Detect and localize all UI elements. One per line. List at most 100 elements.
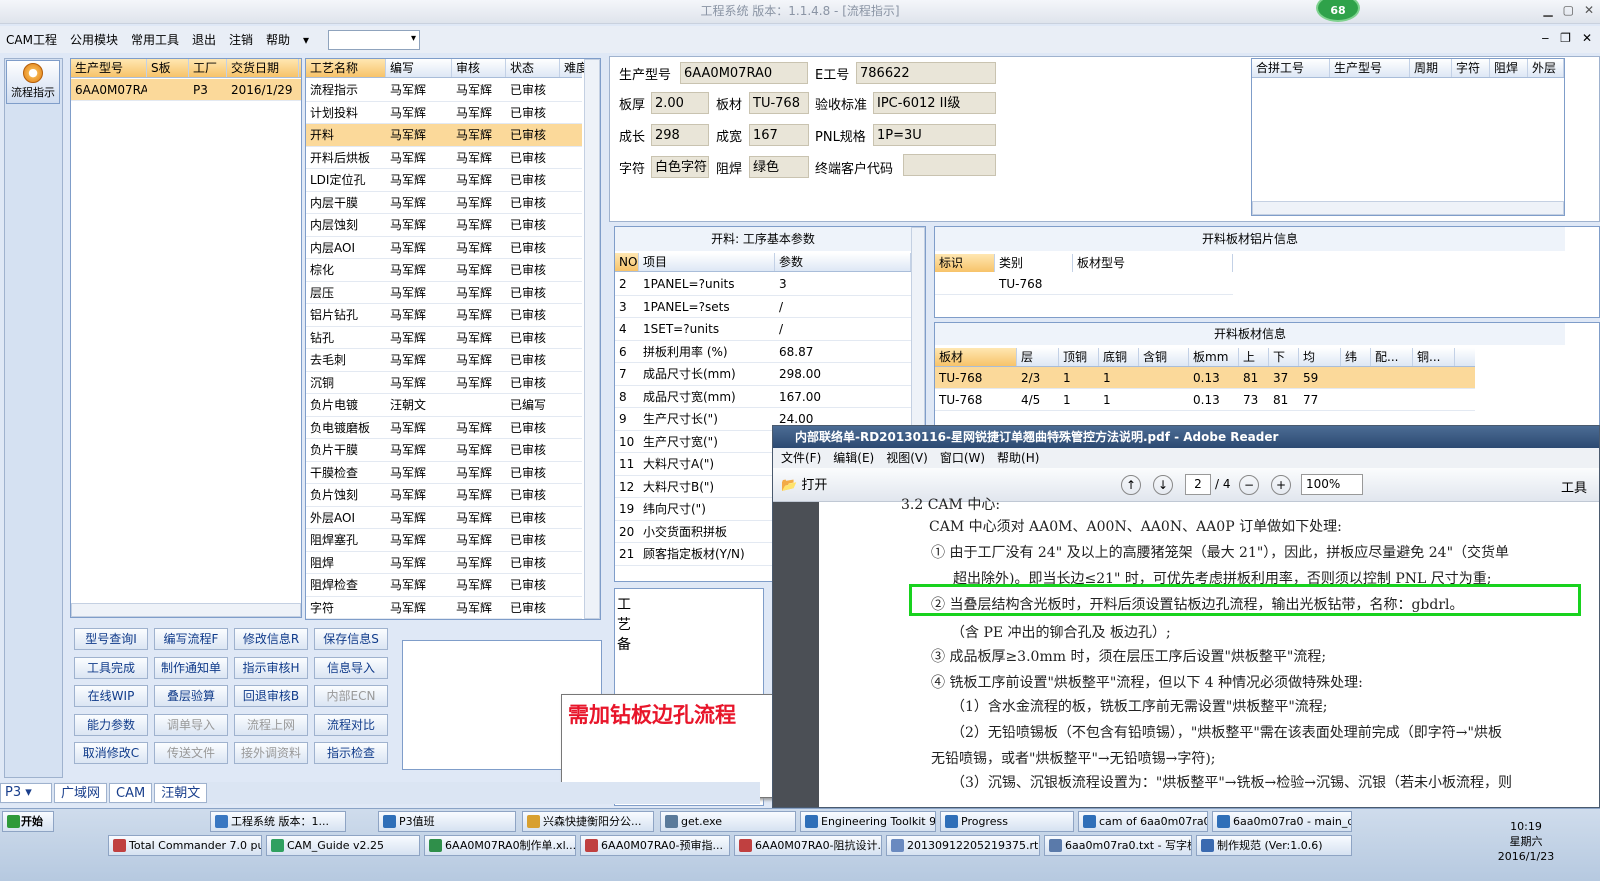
column-header[interactable]: 下 xyxy=(1269,348,1299,366)
table-row[interactable]: 去毛刺 马军辉 马军辉 已审核 xyxy=(306,349,582,372)
process-vscroll[interactable] xyxy=(584,59,600,619)
mdi-restore-icon[interactable]: ❐ xyxy=(1560,31,1571,45)
menu-item[interactable]: CAM工程 xyxy=(6,31,57,48)
taskbar-button[interactable]: cam of 6aa0m07ra0 xyxy=(1078,811,1208,832)
table-row[interactable]: 8 成品尺寸宽(mm) 167.00 xyxy=(615,386,911,408)
maximize-icon[interactable]: ▢ xyxy=(1563,3,1574,17)
field-value[interactable]: 绿色 xyxy=(749,156,809,178)
zoom-out-icon[interactable]: − xyxy=(1239,475,1259,495)
bottom-tab[interactable]: 广域网 xyxy=(54,783,108,803)
menu-item[interactable]: 公用模块 xyxy=(70,31,118,48)
tools-button[interactable]: 工具 xyxy=(1561,477,1587,496)
table-row[interactable]: 干膜检查 马军辉 马军辉 已审核 xyxy=(306,462,582,484)
column-header[interactable]: 周期 xyxy=(1410,59,1452,77)
table-row[interactable]: 层压 马军辉 马军辉 已审核 xyxy=(306,282,582,304)
column-header[interactable]: 字符 xyxy=(1452,59,1490,77)
action-button[interactable]: 取消修改C xyxy=(74,742,148,764)
action-button[interactable]: 指示检查 xyxy=(314,742,388,764)
table-row[interactable]: 阻焊检查 马军辉 马军辉 已审核 xyxy=(306,574,582,597)
action-button[interactable]: 型号查询I xyxy=(74,628,148,650)
minimize-icon[interactable]: ▁ xyxy=(1543,3,1552,17)
field-value[interactable]: 2.00 xyxy=(651,92,709,114)
column-header[interactable]: 项目 xyxy=(639,253,775,271)
table-row[interactable]: 外层AOI 马军辉 马军辉 已审核 xyxy=(306,507,582,529)
table-row[interactable]: 7 成品尺寸长(mm) 298.00 xyxy=(615,363,911,386)
column-header[interactable]: 工厂 xyxy=(189,59,227,77)
table-row[interactable]: 棕化 马军辉 马军辉 已审核 xyxy=(306,259,582,282)
table-row[interactable]: 字符 马军辉 马军辉 已审核 xyxy=(306,597,582,619)
column-header[interactable]: 层 xyxy=(1017,348,1059,366)
mdi-minimize-icon[interactable]: ‒ xyxy=(1542,31,1550,45)
action-button[interactable]: 回退审核B xyxy=(234,685,308,707)
table-row[interactable]: 内层AOI 马军辉 马军辉 已审核 xyxy=(306,237,582,259)
column-header[interactable]: 生产型号 xyxy=(71,59,147,77)
field-value[interactable]: 6AA0M07RA0 xyxy=(680,62,808,84)
table-row[interactable]: 负片蚀刻 马军辉 马军辉 已审核 xyxy=(306,484,582,507)
taskbar-button[interactable]: Engineering Toolkit 9... xyxy=(800,811,936,832)
table-row[interactable]: 4 1SET=?units / xyxy=(615,318,911,341)
merge-hscroll[interactable] xyxy=(1252,201,1564,215)
field-value[interactable]: 1P=3U xyxy=(873,124,996,146)
field-value[interactable]: IPC-6012 II级 xyxy=(873,92,996,114)
action-button[interactable]: 流程对比 xyxy=(314,713,388,736)
field-value[interactable]: 298 xyxy=(651,124,709,146)
zoom-in-icon[interactable]: + xyxy=(1271,475,1291,495)
column-header[interactable]: S板 xyxy=(147,59,189,77)
table-row[interactable]: 内层蚀刻 马军辉 马军辉 已审核 xyxy=(306,214,582,237)
column-header[interactable]: 外层 xyxy=(1528,59,1564,77)
menu-item[interactable]: 退出 xyxy=(192,31,216,48)
column-header[interactable]: 板材 xyxy=(935,348,1017,366)
menu-combo[interactable] xyxy=(328,29,421,50)
action-button[interactable]: 调单导入 xyxy=(154,713,228,736)
column-header[interactable]: 上 xyxy=(1239,348,1269,366)
prev-page-icon[interactable]: ↑ xyxy=(1121,475,1141,495)
table-row[interactable]: 内层干膜 马军辉 马军辉 已审核 xyxy=(306,192,582,214)
field-value[interactable]: 786622 xyxy=(856,62,996,84)
column-header[interactable]: 铜... xyxy=(1413,348,1455,366)
taskbar-button[interactable]: 6aa0m07ra0.txt - 写字板 xyxy=(1044,835,1192,856)
field-value[interactable]: TU-768 xyxy=(749,92,809,114)
zoom-select[interactable]: 100% xyxy=(1301,474,1363,495)
menu-item[interactable]: 常用工具 xyxy=(131,31,179,48)
help-arrow-icon[interactable]: ▾ xyxy=(303,33,309,47)
flow-indicator-button[interactable]: ● 流程指示 xyxy=(6,60,60,104)
bottom-tab[interactable]: 汪朝文 xyxy=(154,783,208,803)
column-header[interactable]: NO xyxy=(615,253,639,271)
page-input[interactable]: 2 xyxy=(1185,474,1211,495)
start-button[interactable]: 开始 xyxy=(2,811,54,832)
adobe-menu-item[interactable]: 窗口(W) xyxy=(940,451,985,465)
action-button[interactable]: 能力参数 xyxy=(74,713,148,736)
action-button[interactable]: 编写流程F xyxy=(154,628,228,650)
field-value[interactable]: 167 xyxy=(749,124,809,146)
taskbar-button[interactable]: Total Commander 7.0 pu... xyxy=(108,835,262,856)
action-button[interactable]: 指示审核H xyxy=(234,656,308,679)
action-button[interactable]: 在线WIP xyxy=(74,685,148,707)
column-header[interactable]: 板mm xyxy=(1189,348,1239,366)
action-button[interactable]: 叠层验算 xyxy=(154,685,228,707)
menu-item[interactable]: 帮助 xyxy=(266,31,290,48)
column-header[interactable]: 工艺名称 xyxy=(306,59,386,77)
action-button[interactable]: 保存信息S xyxy=(314,628,388,650)
taskbar-button[interactable]: 工程系统 版本：1... xyxy=(210,811,346,832)
table-row[interactable]: 流程指示 马军辉 马军辉 已审核 xyxy=(306,79,582,102)
table-row[interactable]: 钻孔 马军辉 马军辉 已审核 xyxy=(306,327,582,349)
table-row[interactable]: 负片干膜 马军辉 马军辉 已审核 xyxy=(306,439,582,462)
column-header[interactable]: 状态 xyxy=(506,59,560,77)
taskbar-button[interactable]: 制作规范 (Ver:1.0.6) xyxy=(1196,835,1352,856)
column-header[interactable]: 审核 xyxy=(452,59,506,77)
taskbar-button[interactable]: 6AA0M07RA0-阻抗设计... xyxy=(734,835,882,856)
field-value[interactable]: 白色字符 xyxy=(651,156,709,178)
adobe-menu-item[interactable]: 编辑(E) xyxy=(833,451,874,465)
table-row[interactable]: 负片电镀 汪朝文 已编写 xyxy=(306,394,582,417)
mdi-close-icon[interactable]: ✕ xyxy=(1582,31,1592,45)
table-row[interactable]: 2 1PANEL=?units 3 xyxy=(615,273,911,296)
column-header[interactable]: 顶铜 xyxy=(1059,348,1099,366)
menu-item[interactable]: 注销 xyxy=(229,31,253,48)
table-row[interactable]: 计划投料 马军辉 马军辉 已审核 xyxy=(306,102,582,124)
table-row[interactable]: 阻焊塞孔 马军辉 马军辉 已审核 xyxy=(306,529,582,552)
table-row[interactable]: LDI定位孔 马军辉 马军辉 已审核 xyxy=(306,169,582,192)
model-hscroll[interactable] xyxy=(71,603,301,617)
action-button[interactable]: 信息导入 xyxy=(314,656,388,679)
table-row[interactable]: TU-768 4/5 1 1 0.13 73 81 77 xyxy=(935,389,1475,411)
column-header[interactable]: 配... xyxy=(1371,348,1413,366)
